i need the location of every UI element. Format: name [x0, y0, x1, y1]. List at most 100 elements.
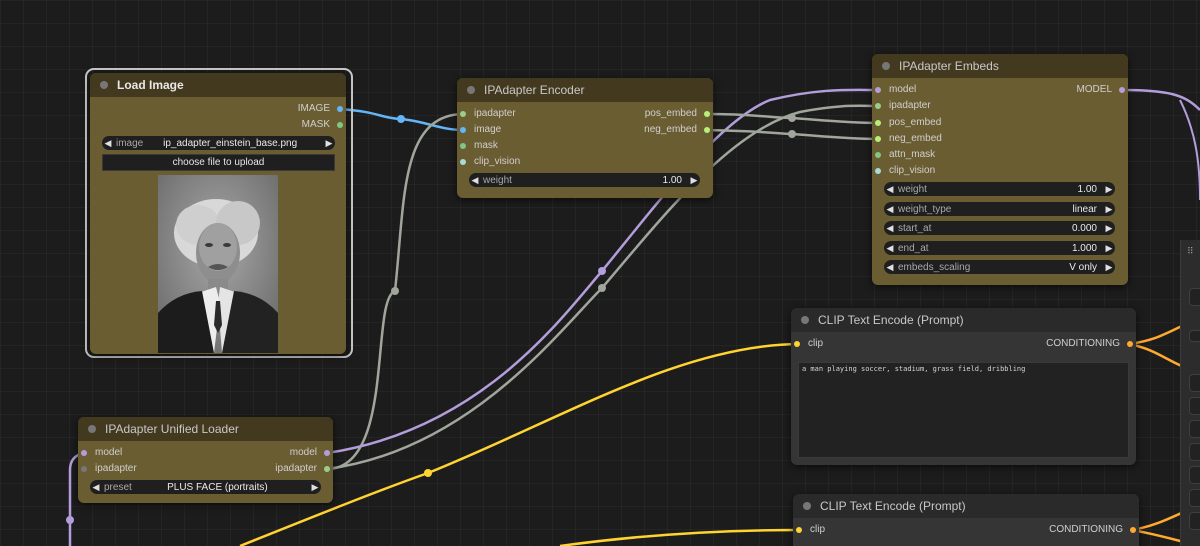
- output-neg-embed[interactable]: neg_embed: [644, 123, 713, 137]
- wire-model-in-midpoint[interactable]: [66, 516, 74, 524]
- input-clip[interactable]: clip: [793, 523, 825, 537]
- output-conditioning[interactable]: CONDITIONING: [1049, 523, 1139, 537]
- input-socket-icon[interactable]: [460, 143, 466, 149]
- collapse-dot-icon[interactable]: [88, 425, 96, 433]
- input-clip-vision[interactable]: clip_vision: [872, 164, 935, 178]
- wire-pos-embed-midpoint[interactable]: [788, 114, 796, 122]
- input-socket-icon[interactable]: [81, 466, 87, 472]
- input-ipadapter[interactable]: ipadapter: [78, 462, 137, 476]
- output-image[interactable]: IMAGE: [298, 102, 346, 116]
- end-at-slider[interactable]: ◀ end_at 1.000 ▶: [884, 241, 1115, 255]
- wire-clip-midpoint[interactable]: [424, 469, 432, 477]
- collapse-dot-icon[interactable]: [467, 86, 475, 94]
- output-socket-icon[interactable]: [1127, 341, 1133, 347]
- input-socket-icon[interactable]: [460, 127, 466, 133]
- wire-model-midpoint[interactable]: [598, 267, 606, 275]
- wire-image-midpoint[interactable]: [397, 115, 405, 123]
- output-socket-icon[interactable]: [704, 127, 710, 133]
- arrow-left-icon[interactable]: ◀: [102, 138, 114, 149]
- panel-widget[interactable]: [1189, 489, 1200, 507]
- weight-slider[interactable]: ◀ weight 1.00 ▶: [469, 173, 700, 187]
- wire-ipadapter-embeds-midpoint[interactable]: [598, 284, 606, 292]
- output-socket-icon[interactable]: [1119, 87, 1125, 93]
- node-header[interactable]: IPAdapter Embeds: [872, 54, 1128, 78]
- node-header[interactable]: Load Image: [90, 73, 346, 97]
- start-at-slider[interactable]: ◀ start_at 0.000 ▶: [884, 221, 1115, 235]
- output-model[interactable]: MODEL: [1076, 83, 1128, 97]
- node-header[interactable]: IPAdapter Encoder: [457, 78, 713, 102]
- input-ipadapter[interactable]: ipadapter: [457, 107, 516, 121]
- node-header[interactable]: IPAdapter Unified Loader: [78, 417, 333, 441]
- output-model[interactable]: model: [290, 446, 333, 460]
- upload-button[interactable]: choose file to upload: [102, 154, 335, 171]
- collapse-dot-icon[interactable]: [882, 62, 890, 70]
- arrow-left-icon[interactable]: ◀: [884, 204, 896, 215]
- arrow-right-icon[interactable]: ▶: [1103, 243, 1115, 254]
- arrow-right-icon[interactable]: ▶: [1103, 184, 1115, 195]
- wire-clip-2[interactable]: [559, 528, 800, 546]
- input-clip-vision[interactable]: clip_vision: [457, 155, 520, 169]
- output-socket-icon[interactable]: [337, 106, 343, 112]
- wire-model-out-2[interactable]: [1179, 99, 1200, 201]
- input-pos-embed[interactable]: pos_embed: [872, 116, 941, 130]
- wire-ipadapter-midpoint[interactable]: [391, 287, 399, 295]
- arrow-left-icon[interactable]: ◀: [884, 262, 896, 273]
- arrow-left-icon[interactable]: ◀: [90, 482, 102, 493]
- input-clip[interactable]: clip: [791, 337, 823, 351]
- output-socket-icon[interactable]: [1130, 527, 1136, 533]
- input-socket-icon[interactable]: [875, 136, 881, 142]
- input-socket-icon[interactable]: [796, 527, 802, 533]
- arrow-left-icon[interactable]: ◀: [884, 184, 896, 195]
- panel-widget[interactable]: [1189, 330, 1200, 342]
- arrow-right-icon[interactable]: ▶: [323, 138, 335, 149]
- input-attn-mask[interactable]: attn_mask: [872, 148, 935, 162]
- input-socket-icon[interactable]: [460, 111, 466, 117]
- panel-widget[interactable]: [1189, 288, 1200, 306]
- output-socket-icon[interactable]: [704, 111, 710, 117]
- drag-grip-icon[interactable]: ⠿: [1187, 246, 1194, 257]
- panel-widget[interactable]: [1189, 512, 1200, 530]
- partial-node-panel[interactable]: ⠿: [1180, 240, 1200, 546]
- arrow-left-icon[interactable]: ◀: [884, 223, 896, 234]
- arrow-right-icon[interactable]: ▶: [1103, 262, 1115, 273]
- image-combo[interactable]: ◀ image ip_adapter_einstein_base.png ▶: [102, 136, 335, 150]
- input-socket-icon[interactable]: [875, 103, 881, 109]
- collapse-dot-icon[interactable]: [801, 316, 809, 324]
- arrow-left-icon[interactable]: ◀: [469, 175, 481, 186]
- input-model[interactable]: model: [872, 83, 916, 97]
- collapse-dot-icon[interactable]: [100, 81, 108, 89]
- wire-model-out[interactable]: [1120, 88, 1200, 111]
- input-socket-icon[interactable]: [794, 341, 800, 347]
- ipadapter-unified-loader-node[interactable]: IPAdapter Unified Loader model ipadapter…: [78, 417, 333, 503]
- embeds-scaling-combo[interactable]: ◀ embeds_scaling V only ▶: [884, 260, 1115, 274]
- node-header[interactable]: CLIP Text Encode (Prompt): [793, 494, 1139, 518]
- output-conditioning[interactable]: CONDITIONING: [1046, 337, 1136, 351]
- ipadapter-encoder-node[interactable]: IPAdapter Encoder ipadapter image mask c…: [457, 78, 713, 198]
- panel-widget[interactable]: [1189, 466, 1200, 484]
- ipadapter-embeds-node[interactable]: IPAdapter Embeds model ipadapter pos_emb…: [872, 54, 1128, 285]
- output-ipadapter[interactable]: ipadapter: [275, 462, 333, 476]
- panel-widget[interactable]: [1189, 397, 1200, 415]
- load-image-node[interactable]: Load Image IMAGE MASK ◀ image ip_adapter…: [90, 73, 346, 354]
- node-graph-canvas[interactable]: Load Image IMAGE MASK ◀ image ip_adapter…: [0, 0, 1200, 546]
- input-image[interactable]: image: [457, 123, 501, 137]
- input-socket-icon[interactable]: [875, 87, 881, 93]
- input-model[interactable]: model: [78, 446, 122, 460]
- clip-text-encode-node-1[interactable]: CLIP Text Encode (Prompt) clip CONDITION…: [791, 308, 1136, 465]
- input-socket-icon[interactable]: [875, 120, 881, 126]
- node-header[interactable]: CLIP Text Encode (Prompt): [791, 308, 1136, 332]
- output-socket-icon[interactable]: [337, 122, 343, 128]
- output-mask[interactable]: MASK: [302, 118, 346, 132]
- panel-widget[interactable]: [1189, 374, 1200, 392]
- input-ipadapter[interactable]: ipadapter: [872, 99, 931, 113]
- input-socket-icon[interactable]: [875, 168, 881, 174]
- arrow-right-icon[interactable]: ▶: [309, 482, 321, 493]
- arrow-right-icon[interactable]: ▶: [1103, 223, 1115, 234]
- prompt-textarea[interactable]: a man playing soccer, stadium, grass fie…: [798, 362, 1129, 458]
- panel-widget[interactable]: [1189, 443, 1200, 461]
- output-pos-embed[interactable]: pos_embed: [645, 107, 713, 121]
- arrow-left-icon[interactable]: ◀: [884, 243, 896, 254]
- input-mask[interactable]: mask: [457, 139, 498, 153]
- input-socket-icon[interactable]: [81, 450, 87, 456]
- arrow-right-icon[interactable]: ▶: [688, 175, 700, 186]
